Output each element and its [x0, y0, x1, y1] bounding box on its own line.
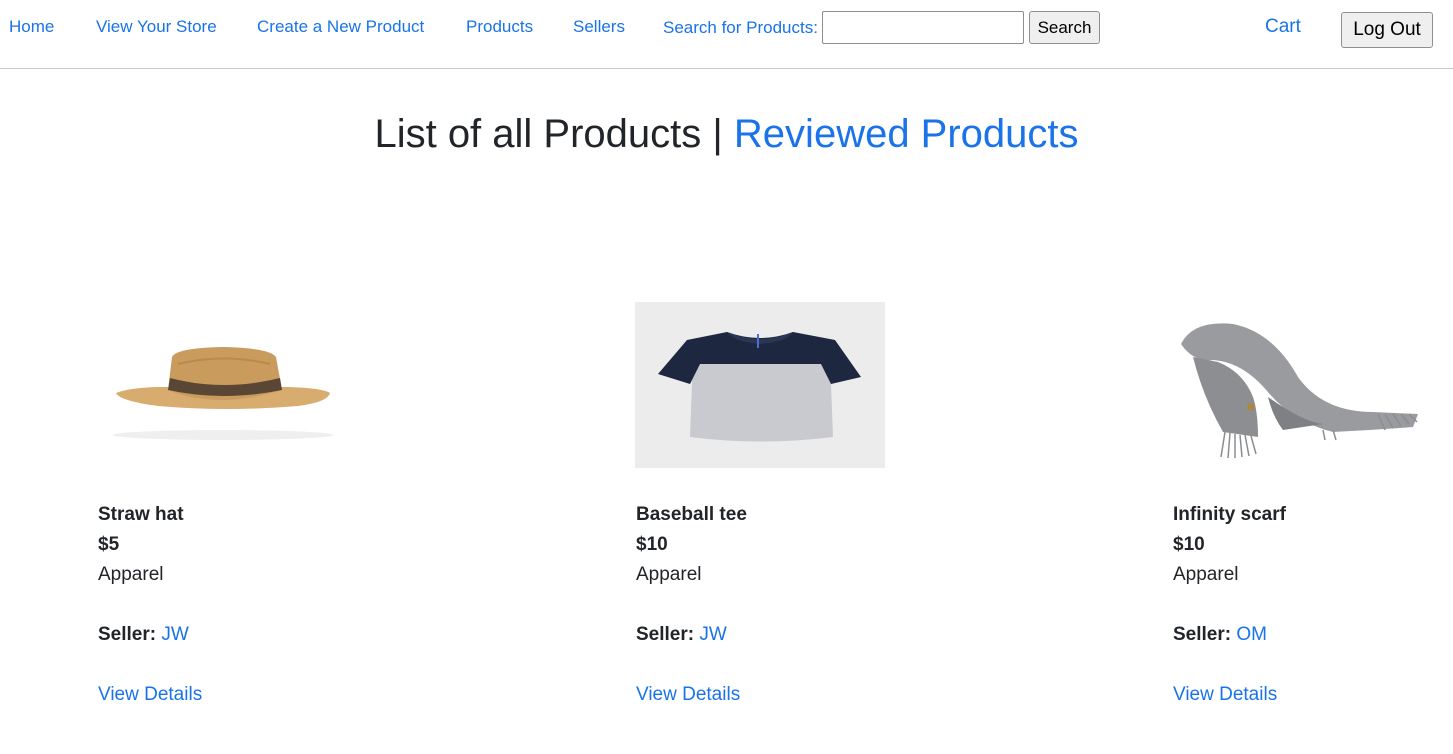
product-price: $10	[1173, 534, 1205, 555]
page-title: List of all Products | Reviewed Products	[0, 110, 1453, 158]
nav-create-product-link[interactable]: Create a New Product	[257, 16, 424, 38]
seller-label: Seller:	[98, 624, 157, 645]
top-navbar: Home View Your Store Create a New Produc…	[0, 0, 1453, 69]
seller-label: Seller:	[1173, 624, 1232, 645]
view-details-link[interactable]: View Details	[1173, 683, 1277, 707]
product-name: Infinity scarf	[1173, 504, 1286, 525]
cart-link[interactable]: Cart	[1265, 16, 1301, 38]
nav-products-link[interactable]: Products	[466, 16, 533, 38]
product-category: Apparel	[636, 564, 702, 585]
product-name: Baseball tee	[636, 504, 747, 525]
seller-label: Seller:	[636, 624, 695, 645]
nav-sellers-link[interactable]: Sellers	[573, 16, 625, 38]
product-seller: Seller: JW	[636, 623, 727, 647]
product-name: Straw hat	[98, 504, 184, 525]
search-input[interactable]	[822, 11, 1024, 44]
view-details-link[interactable]: View Details	[636, 683, 740, 707]
nav-view-store-link[interactable]: View Your Store	[96, 16, 217, 38]
product-category: Apparel	[98, 564, 164, 585]
baseball-tee-image	[635, 302, 885, 468]
title-separator: |	[712, 112, 723, 156]
infinity-scarf-image	[1173, 302, 1423, 468]
reviewed-products-link[interactable]: Reviewed Products	[734, 112, 1079, 156]
straw-hat-image	[98, 320, 348, 447]
nav-home-link[interactable]: Home	[9, 16, 54, 38]
product-price: $5	[98, 534, 120, 555]
product-seller: Seller: JW	[98, 623, 189, 647]
product-category: Apparel	[1173, 564, 1239, 585]
seller-link[interactable]: JW	[699, 624, 726, 645]
seller-link[interactable]: OM	[1236, 624, 1267, 645]
search-label: Search for Products:	[663, 18, 818, 37]
search-button[interactable]: Search	[1029, 11, 1100, 44]
logout-button[interactable]: Log Out	[1341, 12, 1433, 48]
seller-link[interactable]: JW	[161, 624, 188, 645]
page-title-text: List of all Products	[374, 112, 702, 156]
product-price: $10	[636, 534, 668, 555]
view-details-link[interactable]: View Details	[98, 683, 202, 707]
product-seller: Seller: OM	[1173, 623, 1267, 647]
